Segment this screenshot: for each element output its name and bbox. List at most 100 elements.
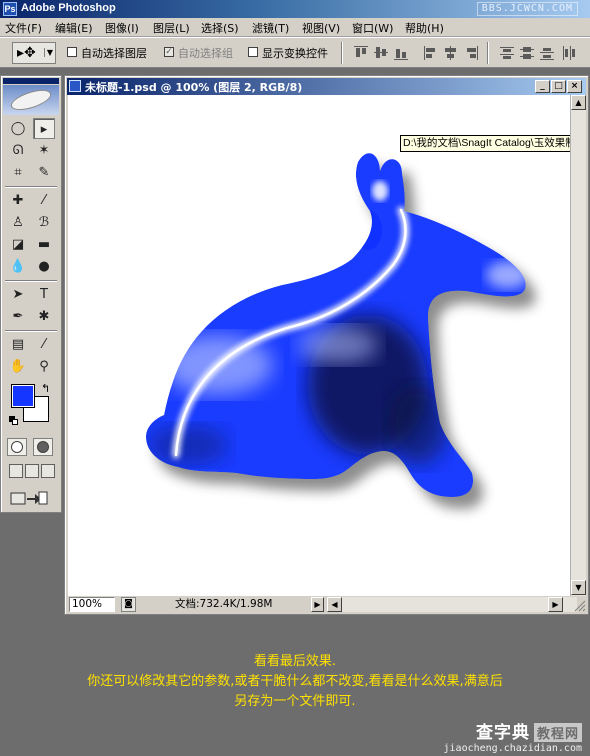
healing-brush-tool-icon[interactable]: ✚	[7, 190, 29, 211]
auto-select-group-label: 自动选择组	[178, 47, 233, 60]
clone-stamp-tool-icon[interactable]: ♙	[7, 212, 29, 233]
standard-screen-mode-button[interactable]	[9, 464, 23, 478]
scroll-up-icon[interactable]: ▲	[571, 95, 586, 110]
align-top-icon[interactable]	[354, 46, 368, 60]
file-path-tooltip: D:\我的文档\SnagIt Catalog\玉效果制	[400, 135, 570, 152]
foreground-color-swatch[interactable]	[11, 384, 35, 408]
zoom-field[interactable]: 100%	[69, 597, 115, 612]
caption-line-2: 你还可以修改其它的参数,或者干脆什么都不改变,看看是什么效果,满意后	[87, 674, 503, 689]
brush-tool-icon[interactable]: ⁄	[33, 190, 55, 211]
close-button[interactable]: ×	[567, 80, 582, 93]
status-info-arrow-icon[interactable]: ▶	[311, 597, 324, 612]
full-screen-mode-button[interactable]	[41, 464, 55, 478]
menu-layer[interactable]: 图层(L)	[153, 20, 190, 36]
lasso-tool-icon[interactable]: ᘏ	[7, 140, 29, 161]
crop-tool-icon[interactable]: ⌗	[7, 162, 29, 183]
watermark: BBS.JCWCN.COM	[476, 2, 578, 16]
toolbox-divider	[5, 330, 57, 332]
menu-file[interactable]: 文件(F)	[5, 20, 42, 36]
eyedropper-tool-icon[interactable]: ⁄	[33, 334, 55, 355]
toolbox: ◯ ▸ ᘏ ✶ ⌗ ✎ ✚ ⁄ ♙ ℬ ◪ ▬ 💧 ● ➤ T ✒ ✱ ▤ ⁄ …	[0, 75, 62, 513]
align-right-icon[interactable]	[464, 46, 478, 60]
toolbox-divider	[5, 186, 57, 188]
resize-grip-icon[interactable]	[572, 598, 586, 612]
horizontal-scrollbar[interactable]: ◀ ▶	[327, 597, 577, 612]
status-bar: 100% ◙ 文档:732.4K/1.98M ▶ ◀ ▶	[67, 596, 586, 613]
history-brush-tool-icon[interactable]: ℬ	[33, 212, 55, 233]
app-title-bar: Ps Adobe Photoshop BBS.JCWCN.COM	[0, 0, 590, 18]
slice-tool-icon[interactable]: ✎	[33, 162, 55, 183]
menu-filter[interactable]: 滤镜(T)	[252, 20, 289, 36]
magic-wand-tool-icon[interactable]: ✶	[33, 140, 55, 161]
zoom-tool-icon[interactable]: ⚲	[33, 356, 55, 377]
tool-preset-picker[interactable]: ▸✥ ▼	[12, 42, 56, 64]
rabbit-image	[146, 153, 536, 509]
vertical-scrollbar[interactable]: ▲ ▼	[570, 95, 586, 596]
menu-help[interactable]: 帮助(H)	[405, 20, 444, 36]
marquee-tool-icon[interactable]: ◯	[7, 118, 29, 139]
pen-tool-icon[interactable]: ✒	[7, 306, 29, 327]
type-tool-icon[interactable]: T	[33, 284, 55, 305]
standard-mode-button[interactable]	[7, 438, 27, 456]
toolbox-divider	[5, 280, 57, 282]
move-tool-icon: ▸✥	[17, 45, 36, 61]
menu-select[interactable]: 选择(S)	[201, 20, 239, 36]
distribute-center-icon[interactable]	[520, 46, 534, 60]
imageready-icon	[10, 491, 48, 505]
menu-bar: 文件(F) 编辑(E) 图像(I) 图层(L) 选择(S) 滤镜(T) 视图(V…	[0, 18, 590, 37]
jump-to-imageready-button[interactable]	[9, 488, 49, 508]
move-tool-icon[interactable]: ▸	[33, 118, 55, 139]
align-vertical-center-icon[interactable]	[374, 46, 388, 60]
document-title-bar[interactable]: 未标题-1.psd @ 100% (图层 2, RGB/8) _ □ ×	[67, 78, 586, 95]
distribute-left-icon[interactable]	[562, 46, 576, 60]
caption-line-1: 看看最后效果.	[253, 654, 337, 669]
swap-colors-icon[interactable]: ↰	[41, 382, 50, 395]
auto-select-layer-checkbox[interactable]	[67, 47, 77, 57]
auto-select-group-checkbox[interactable]: ✓	[164, 47, 174, 57]
feather-icon	[9, 87, 53, 113]
show-transform-checkbox[interactable]	[248, 47, 258, 57]
site-name: 查字典	[475, 723, 530, 743]
image-canvas[interactable]: D:\我的文档\SnagIt Catalog\玉效果制	[68, 95, 570, 596]
menu-view[interactable]: 视图(V)	[302, 20, 340, 36]
full-screen-menu-mode-button[interactable]	[25, 464, 39, 478]
scroll-down-icon[interactable]: ▼	[571, 580, 586, 595]
gradient-tool-icon[interactable]: ▬	[33, 234, 55, 255]
options-divider	[487, 42, 489, 64]
document-size-info: 文档:732.4K/1.98M	[175, 598, 273, 610]
hand-tool-icon[interactable]: ✋	[7, 356, 29, 377]
document-window: 未标题-1.psd @ 100% (图层 2, RGB/8) _ □ × D:\…	[64, 75, 589, 615]
adobe-online-logo[interactable]	[3, 85, 59, 115]
default-colors-icon[interactable]	[9, 416, 18, 425]
photoshop-icon: Ps	[3, 2, 17, 16]
site-url: jiaocheng.chazidian.com	[443, 743, 582, 754]
scroll-left-icon[interactable]: ◀	[327, 597, 342, 612]
align-bottom-icon[interactable]	[394, 46, 408, 60]
align-horizontal-center-icon[interactable]	[444, 46, 458, 60]
eraser-tool-icon[interactable]: ◪	[7, 234, 29, 255]
quick-mask-button[interactable]	[33, 438, 53, 456]
path-selection-tool-icon[interactable]: ➤	[7, 284, 29, 305]
document-title: 未标题-1.psd @ 100% (图层 2, RGB/8)	[85, 81, 303, 94]
auto-select-layer-label: 自动选择图层	[81, 47, 147, 60]
align-left-icon[interactable]	[424, 46, 438, 60]
app-title: Adobe Photoshop	[21, 2, 116, 14]
distribute-top-icon[interactable]	[500, 46, 514, 60]
toolbox-grip[interactable]	[3, 78, 59, 84]
menu-edit[interactable]: 编辑(E)	[55, 20, 93, 36]
notes-tool-icon[interactable]: ▤	[7, 334, 29, 355]
site-logo: 查字典 教程网 jiaocheng.chazidian.com	[444, 718, 582, 754]
blur-tool-icon[interactable]: 💧	[7, 256, 29, 277]
distribute-bottom-icon[interactable]	[540, 46, 554, 60]
menu-window[interactable]: 窗口(W)	[352, 20, 393, 36]
caption-line-3: 另存为一个文件即可.	[234, 694, 356, 709]
status-menu-icon[interactable]: ◙	[121, 597, 136, 612]
menu-image[interactable]: 图像(I)	[105, 20, 139, 36]
dodge-tool-icon[interactable]: ●	[33, 256, 55, 277]
minimize-button[interactable]: _	[535, 80, 550, 93]
options-bar: ▸✥ ▼ 自动选择图层 ✓ 自动选择组 显示变换控件	[0, 37, 590, 68]
maximize-button[interactable]: □	[551, 80, 566, 93]
scroll-right-icon[interactable]: ▶	[548, 597, 563, 612]
options-divider	[341, 42, 343, 64]
custom-shape-tool-icon[interactable]: ✱	[33, 306, 55, 327]
